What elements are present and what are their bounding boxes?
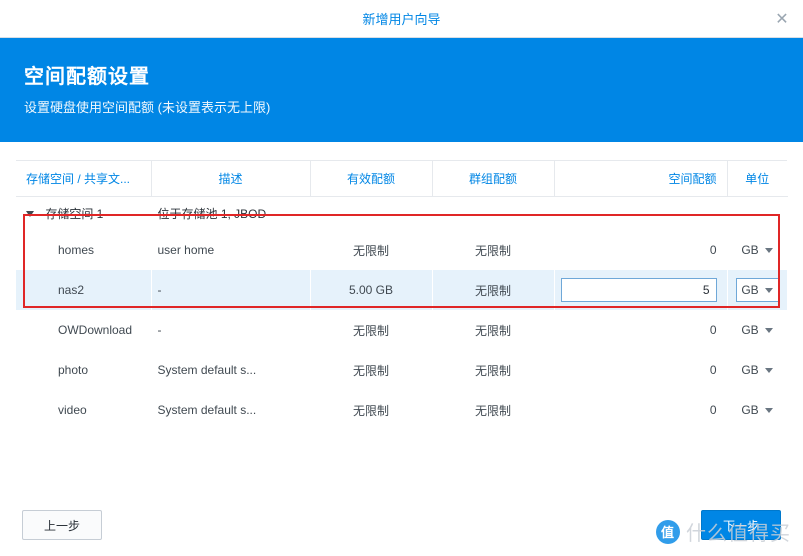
unit-label: GB: [741, 243, 758, 257]
row-name: homes: [16, 230, 151, 270]
unit-label: GB: [741, 403, 758, 417]
col-name[interactable]: 存储空间 / 共享文...: [16, 161, 151, 197]
row-group-quota: 无限制: [432, 230, 554, 270]
col-group-quota[interactable]: 群组配额: [432, 161, 554, 197]
footer-bar: 上一步 下一步: [0, 494, 803, 556]
table-header-row: 存储空间 / 共享文... 描述 有效配额 群组配额 空间配额 单位: [16, 161, 787, 197]
table-row[interactable]: nas2-5.00 GB无限制 GB: [16, 270, 787, 310]
unit-label: GB: [741, 363, 758, 377]
col-unit[interactable]: 单位: [727, 161, 787, 197]
row-effective-quota: 无限制: [310, 310, 432, 350]
page-title: 空间配额设置: [24, 60, 779, 89]
next-button[interactable]: 下一步: [701, 510, 781, 540]
row-quota-cell: 0: [554, 310, 727, 350]
row-unit-cell[interactable]: GB: [727, 270, 787, 310]
row-group-quota: 无限制: [432, 310, 554, 350]
row-quota-cell: 0: [554, 350, 727, 390]
col-effective-quota[interactable]: 有效配额: [310, 161, 432, 197]
row-effective-quota: 无限制: [310, 390, 432, 430]
row-description: System default s...: [151, 390, 310, 430]
row-quota-cell: [554, 270, 727, 310]
storage-group-row[interactable]: 存储空间 1 位于存储池 1, JBOD: [16, 197, 787, 231]
row-unit-cell[interactable]: GB: [727, 310, 787, 350]
row-group-quota: 无限制: [432, 390, 554, 430]
row-description: -: [151, 270, 310, 310]
chevron-down-icon[interactable]: [765, 248, 773, 253]
quota-input[interactable]: [561, 278, 717, 302]
table-row[interactable]: photoSystem default s...无限制无限制0GB: [16, 350, 787, 390]
row-description: user home: [151, 230, 310, 270]
group-description: 位于存储池 1, JBOD: [151, 197, 310, 231]
row-effective-quota: 5.00 GB: [310, 270, 432, 310]
col-description[interactable]: 描述: [151, 161, 310, 197]
content-area: 存储空间 / 共享文... 描述 有效配额 群组配额 空间配额 单位 存储空间 …: [0, 142, 803, 430]
row-group-quota: 无限制: [432, 350, 554, 390]
page-subtitle: 设置硬盘使用空间配额 (未设置表示无上限): [24, 97, 779, 116]
table-row[interactable]: homesuser home无限制无限制0GB: [16, 230, 787, 270]
quota-table: 存储空间 / 共享文... 描述 有效配额 群组配额 空间配额 单位 存储空间 …: [16, 161, 788, 430]
row-name: photo: [16, 350, 151, 390]
row-unit-cell[interactable]: GB: [727, 350, 787, 390]
row-name: nas2: [16, 270, 151, 310]
chevron-down-icon[interactable]: [26, 211, 34, 217]
row-quota-cell: 0: [554, 390, 727, 430]
chevron-down-icon[interactable]: [765, 328, 773, 333]
row-quota-cell: 0: [554, 230, 727, 270]
unit-label: GB: [741, 323, 758, 337]
header-banner: 空间配额设置 设置硬盘使用空间配额 (未设置表示无上限): [0, 38, 803, 142]
table-row[interactable]: OWDownload-无限制无限制0GB: [16, 310, 787, 350]
close-icon[interactable]: ✕: [773, 9, 791, 29]
chevron-down-icon[interactable]: [765, 288, 773, 293]
table-row[interactable]: videoSystem default s...无限制无限制0GB: [16, 390, 787, 430]
row-effective-quota: 无限制: [310, 350, 432, 390]
row-name: video: [16, 390, 151, 430]
title-bar: 新增用户向导 ✕: [0, 0, 803, 38]
chevron-down-icon[interactable]: [765, 368, 773, 373]
row-unit-cell[interactable]: GB: [727, 390, 787, 430]
chevron-down-icon[interactable]: [765, 408, 773, 413]
row-name: OWDownload: [16, 310, 151, 350]
wizard-dialog: 新增用户向导 ✕ 空间配额设置 设置硬盘使用空间配额 (未设置表示无上限) 存储…: [0, 0, 803, 556]
group-label: 存储空间 1: [45, 207, 103, 221]
unit-label: GB: [741, 283, 758, 297]
row-unit-cell[interactable]: GB: [727, 230, 787, 270]
dialog-title: 新增用户向导: [362, 9, 440, 28]
row-description: -: [151, 310, 310, 350]
row-group-quota: 无限制: [432, 270, 554, 310]
row-effective-quota: 无限制: [310, 230, 432, 270]
row-description: System default s...: [151, 350, 310, 390]
prev-button[interactable]: 上一步: [22, 510, 102, 540]
col-space-quota[interactable]: 空间配额: [554, 161, 727, 197]
